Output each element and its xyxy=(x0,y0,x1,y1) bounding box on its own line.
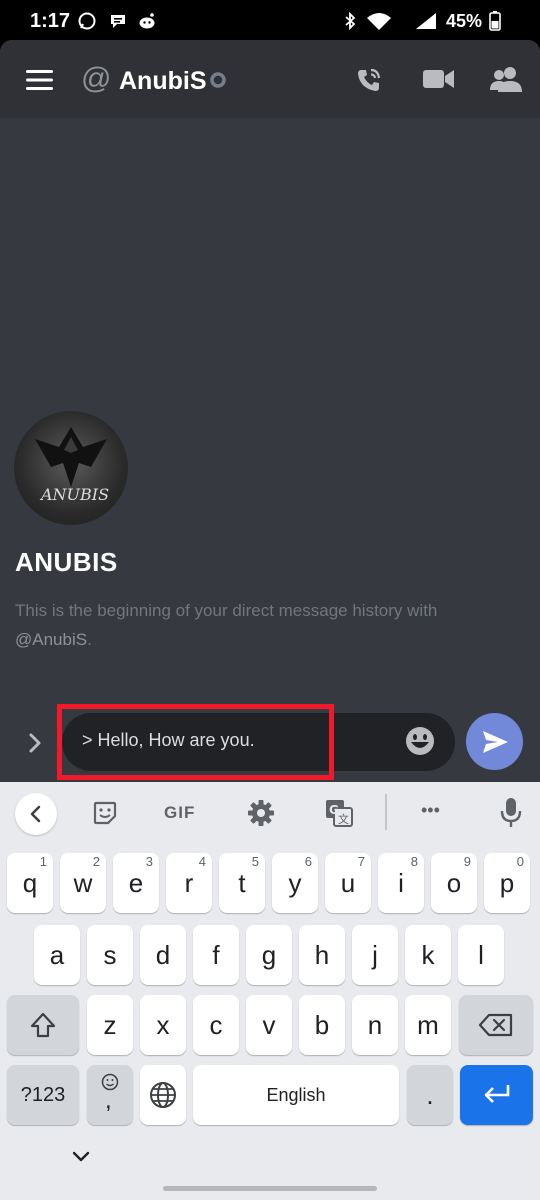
key-z[interactable]: z xyxy=(87,995,133,1055)
key-m[interactable]: m xyxy=(405,995,451,1055)
shift-key[interactable] xyxy=(7,995,79,1055)
period-key[interactable]: . xyxy=(407,1065,453,1125)
shift-icon xyxy=(30,1012,56,1038)
dm-intro: This is the beginning of your direct mes… xyxy=(15,596,515,654)
more-options-button[interactable]: ••• xyxy=(421,800,440,821)
expand-chevron-icon[interactable] xyxy=(22,730,48,756)
video-icon[interactable] xyxy=(423,68,454,90)
at-icon: @ xyxy=(81,62,112,95)
key-q[interactable]: q1 xyxy=(7,853,53,913)
status-bar: 1:17 45% xyxy=(0,0,540,40)
bluetooth-icon xyxy=(345,12,356,30)
send-icon xyxy=(483,731,508,753)
key-o[interactable]: o9 xyxy=(431,853,477,913)
toolbar-divider xyxy=(385,794,387,830)
key-b[interactable]: b xyxy=(299,995,345,1055)
whatsapp-icon xyxy=(78,12,96,30)
battery-percent: 45% xyxy=(446,11,483,31)
key-g[interactable]: g xyxy=(246,925,292,985)
key-w[interactable]: w2 xyxy=(60,853,106,913)
signal-icon xyxy=(416,13,436,29)
gif-button[interactable]: GIF xyxy=(164,803,195,823)
key-t[interactable]: t5 xyxy=(219,853,265,913)
keyboard-back-button[interactable] xyxy=(15,793,57,835)
enter-icon xyxy=(484,1085,510,1103)
key-l[interactable]: l xyxy=(458,925,504,985)
key-d[interactable]: d xyxy=(140,925,186,985)
symbols-key[interactable]: ?123 xyxy=(7,1065,79,1125)
key-x[interactable]: x xyxy=(140,995,186,1055)
key-i[interactable]: i8 xyxy=(378,853,424,913)
user-avatar: ANUBIS xyxy=(14,411,128,525)
menu-icon[interactable] xyxy=(26,70,53,90)
enter-key[interactable] xyxy=(460,1065,533,1125)
battery-icon xyxy=(489,11,501,31)
key-h[interactable]: h xyxy=(299,925,345,985)
key-y[interactable]: y6 xyxy=(272,853,318,913)
hide-keyboard-icon[interactable] xyxy=(71,1150,91,1164)
key-k[interactable]: k xyxy=(405,925,451,985)
microphone-icon[interactable] xyxy=(500,797,522,829)
key-j[interactable]: j xyxy=(352,925,398,985)
sticker-icon[interactable] xyxy=(92,800,118,826)
key-a[interactable]: a xyxy=(34,925,80,985)
translate-icon[interactable]: G 文 xyxy=(325,799,353,827)
key-f[interactable]: f xyxy=(193,925,239,985)
gesture-nav-handle[interactable] xyxy=(163,1186,377,1191)
settings-icon[interactable] xyxy=(247,799,275,827)
call-icon[interactable] xyxy=(355,66,383,94)
presence-status-icon xyxy=(210,72,226,88)
key-e[interactable]: e3 xyxy=(113,853,159,913)
profile-name: ANUBIS xyxy=(15,547,118,577)
user-mention[interactable]: @AnubiS xyxy=(15,630,87,649)
backspace-icon xyxy=(478,1013,513,1037)
back-icon xyxy=(30,805,41,823)
emoji-comma-key[interactable]: , xyxy=(87,1065,133,1125)
send-button[interactable] xyxy=(466,713,523,770)
dm-screen: @ AnubiS ANUBIS ANUBIS This is the begin… xyxy=(0,40,540,782)
key-c[interactable]: c xyxy=(193,995,239,1055)
channel-header: @ AnubiS xyxy=(0,40,540,118)
wifi-icon xyxy=(367,13,391,30)
dm-intro-end: . xyxy=(87,630,92,649)
status-time: 1:17 xyxy=(30,10,71,32)
channel-title: AnubiS xyxy=(119,67,207,95)
key-u[interactable]: u7 xyxy=(325,853,371,913)
key-n[interactable]: n xyxy=(352,995,398,1055)
svg-text:文: 文 xyxy=(338,812,349,826)
messages-icon xyxy=(111,15,125,28)
key-r[interactable]: r4 xyxy=(166,853,212,913)
globe-icon xyxy=(150,1082,176,1108)
keyboard: GIF G 文 ••• q1 w2 e3 r4 t5 y6 u7 i8 o9 p… xyxy=(0,782,540,1200)
backspace-key[interactable] xyxy=(459,995,533,1055)
key-v[interactable]: v xyxy=(246,995,292,1055)
avatar-emblem-icon xyxy=(35,427,107,487)
reddit-icon xyxy=(139,13,155,29)
members-icon[interactable] xyxy=(490,66,522,92)
language-key[interactable] xyxy=(140,1065,186,1125)
dm-intro-text: This is the beginning of your direct mes… xyxy=(15,601,438,620)
space-key[interactable]: English xyxy=(193,1065,399,1125)
comma-label: , xyxy=(105,1087,112,1114)
emoji-icon[interactable] xyxy=(404,725,436,757)
key-p[interactable]: p0 xyxy=(484,853,530,913)
avatar-text: ANUBIS xyxy=(41,485,110,504)
key-s[interactable]: s xyxy=(87,925,133,985)
input-highlight-box xyxy=(57,704,334,780)
